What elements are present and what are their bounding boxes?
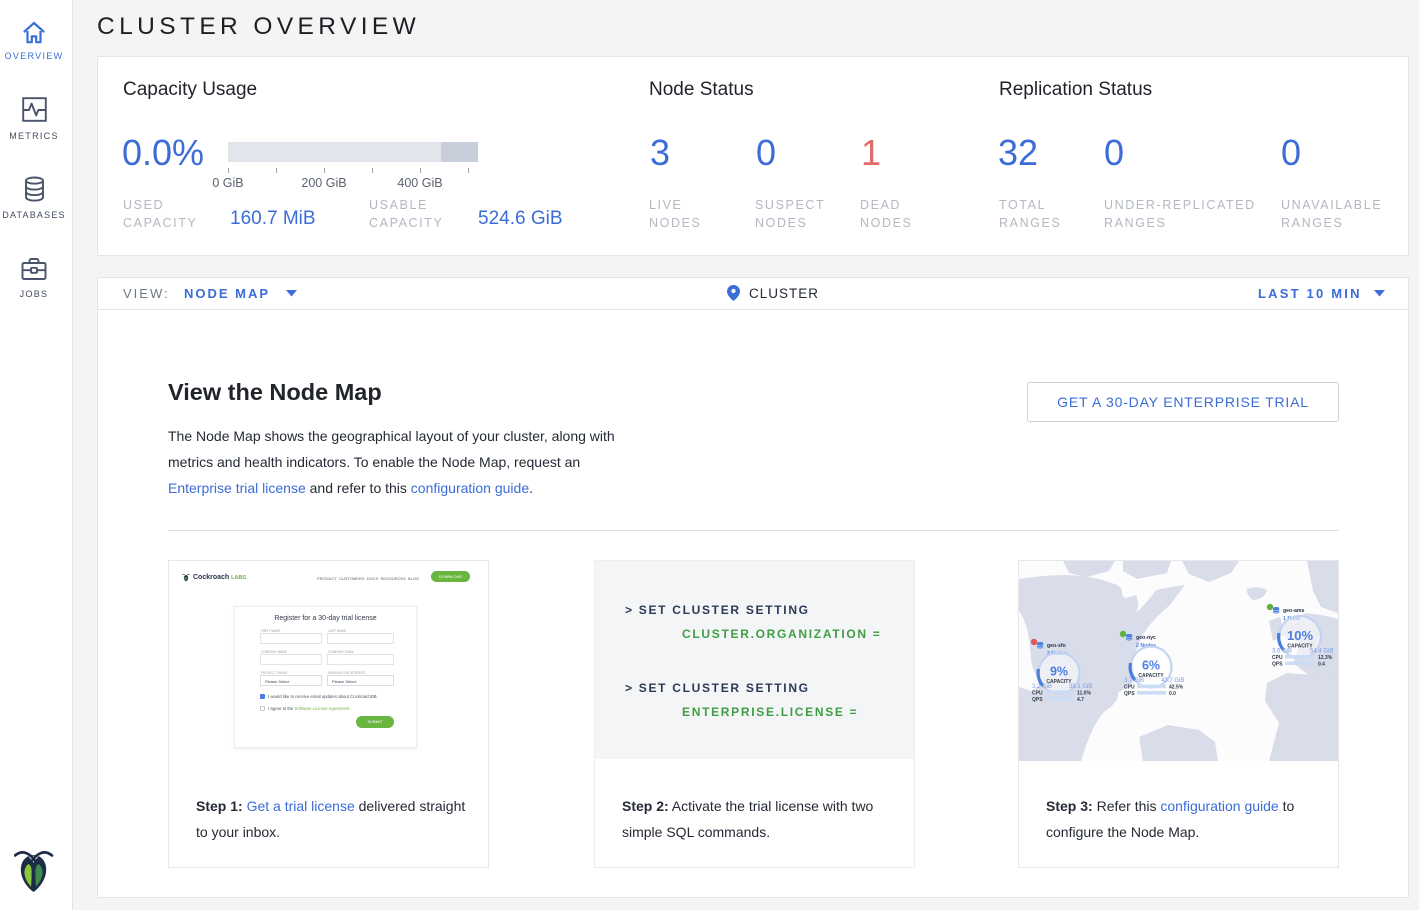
svg-text:6%: 6% [1142, 659, 1160, 673]
svg-text:35.1 GiB: 35.1 GiB [1069, 684, 1092, 690]
svg-text:QPS: QPS [1124, 691, 1135, 697]
svg-text:43.7 GiB: 43.7 GiB [1161, 678, 1184, 684]
svg-text:CPU: CPU [1124, 685, 1135, 691]
svg-text:geo-sfo: geo-sfo [1047, 643, 1066, 649]
svg-text:QPS: QPS [1272, 662, 1283, 668]
svg-text:4.7: 4.7 [1077, 697, 1084, 703]
svg-text:3.2 GiB: 3.2 GiB [1032, 684, 1052, 690]
svg-text:geo-nyc: geo-nyc [1136, 635, 1156, 641]
svg-text:42.5%: 42.5% [1169, 685, 1184, 691]
svg-text:QPS: QPS [1032, 697, 1043, 703]
svg-text:0.0: 0.0 [1169, 691, 1176, 697]
svg-text:10%: 10% [1287, 628, 1313, 643]
svg-text:0.4: 0.4 [1318, 662, 1325, 668]
svg-text:9%: 9% [1050, 665, 1068, 679]
svg-text:CPU: CPU [1272, 655, 1283, 661]
svg-text:3.7 GiB: 3.7 GiB [1124, 678, 1144, 684]
svg-text:CPU: CPU [1032, 691, 1043, 697]
svg-text:3.6 GiB: 3.6 GiB [1272, 649, 1292, 655]
svg-text:geo-ams: geo-ams [1283, 608, 1304, 614]
svg-text:12.3%: 12.3% [1318, 655, 1333, 661]
svg-text:11.0%: 11.0% [1077, 691, 1091, 697]
svg-text:54.4 GiB: 54.4 GiB [1310, 649, 1333, 655]
